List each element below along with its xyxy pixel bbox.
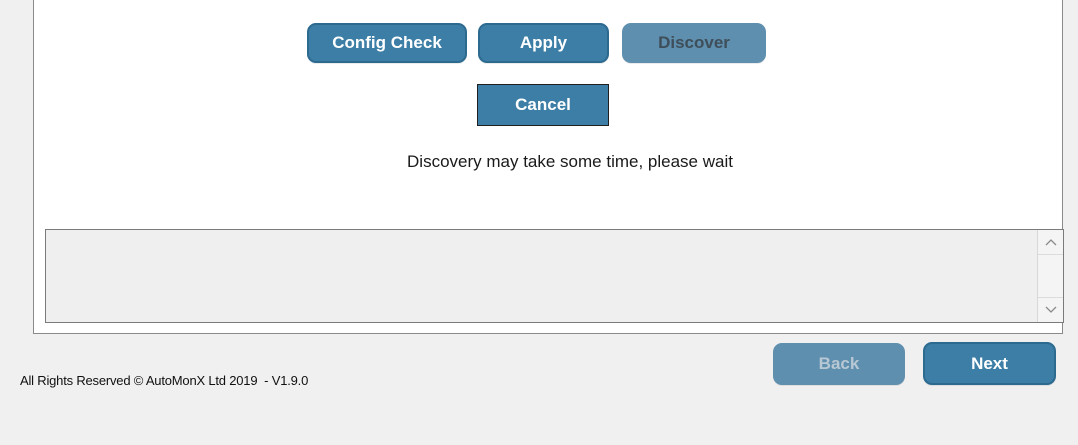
chevron-down-icon[interactable]	[1038, 300, 1063, 320]
apply-button[interactable]: Apply	[478, 23, 609, 63]
footer-copyright: All Rights Reserved © AutoMonX Ltd 2019 …	[20, 373, 308, 388]
chevron-up-icon[interactable]	[1038, 232, 1063, 252]
log-output-box[interactable]	[45, 229, 1064, 323]
discover-label: Discover	[658, 33, 730, 52]
discover-button[interactable]: Discover	[622, 23, 766, 63]
next-label: Next	[971, 353, 1008, 373]
back-label: Back	[818, 354, 860, 373]
version-text: - V1.9.0	[257, 373, 309, 388]
back-button[interactable]: Back	[773, 343, 905, 385]
log-scrollbar[interactable]	[1037, 230, 1063, 322]
config-check-button[interactable]: Config Check	[307, 23, 467, 63]
apply-label: Apply	[519, 33, 568, 52]
cancel-label: Cancel	[515, 95, 571, 114]
cancel-button[interactable]: Cancel	[477, 84, 609, 126]
scroll-track[interactable]	[1038, 254, 1063, 298]
next-button[interactable]: Next	[923, 342, 1056, 385]
copyright-text: All Rights Reserved © AutoMonX Ltd 2019	[20, 373, 258, 388]
status-message: Discovery may take some time, please wai…	[407, 152, 733, 171]
config-check-label: Config Check	[332, 33, 442, 52]
